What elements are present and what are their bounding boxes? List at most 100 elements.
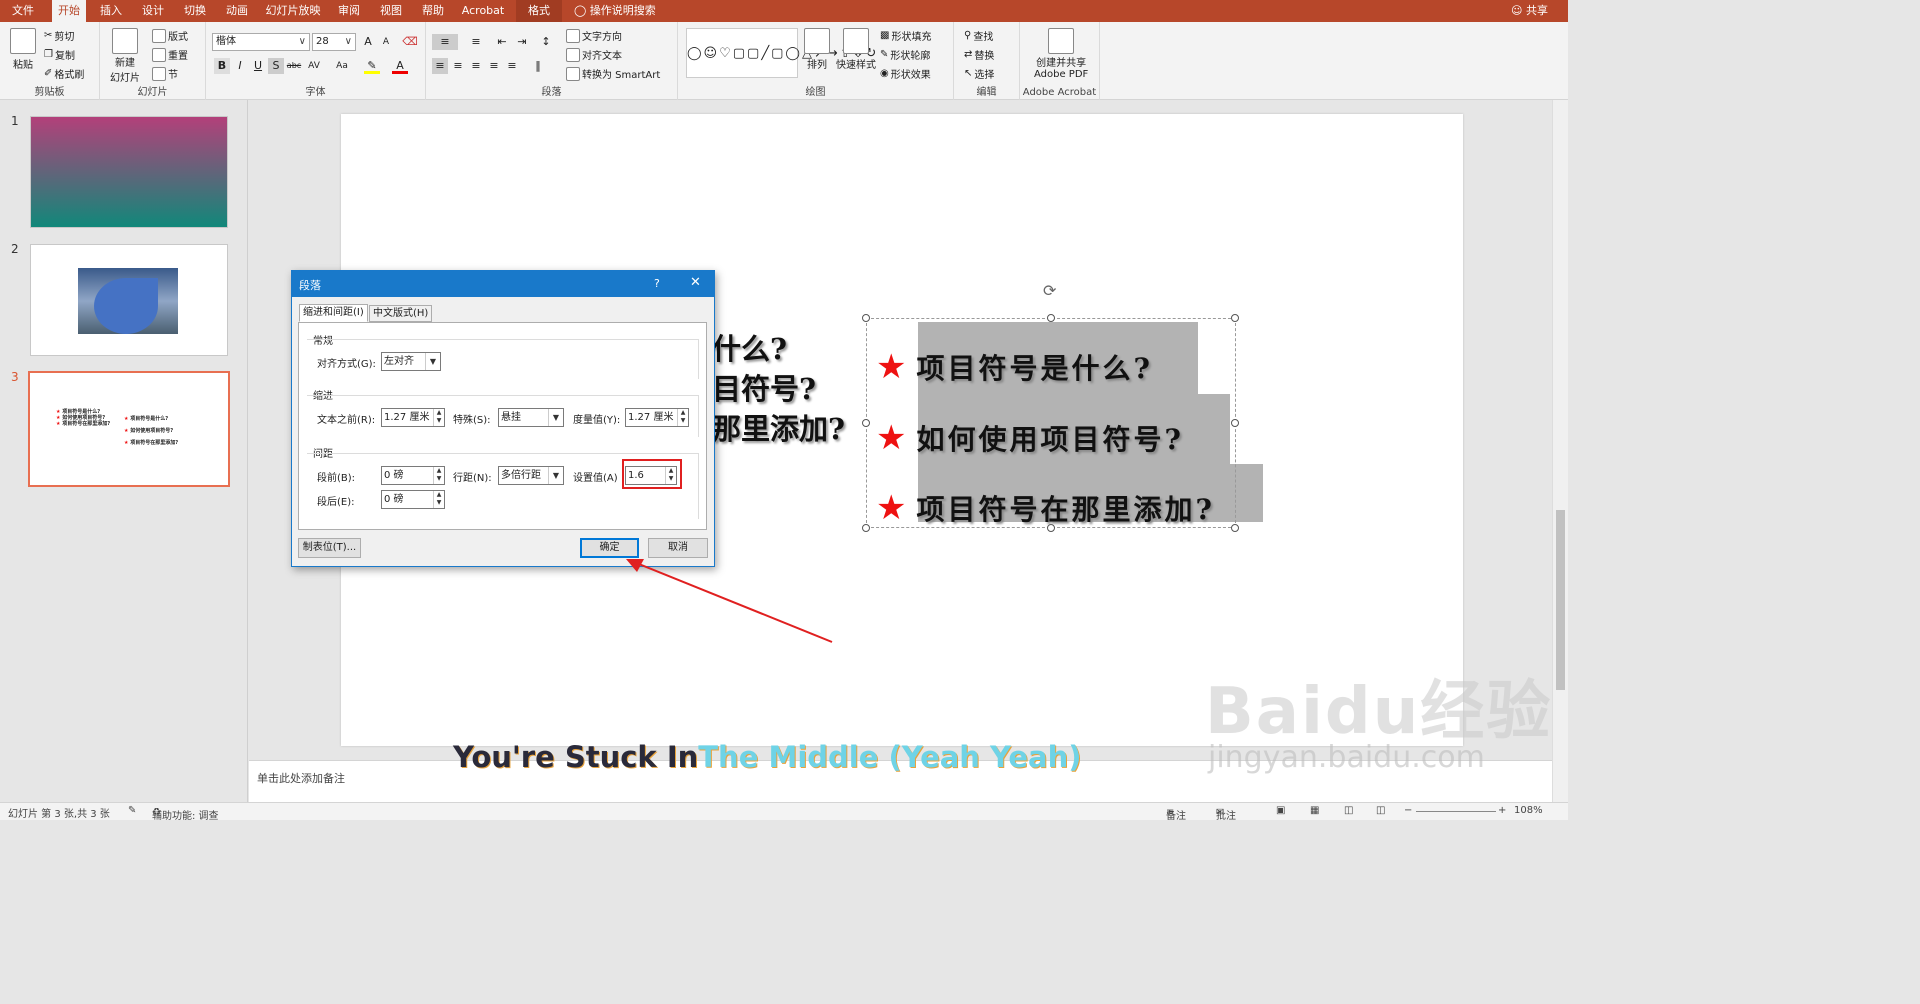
reset-button[interactable]: 重置	[152, 47, 188, 62]
slide-text-line-1[interactable]: 什么?	[712, 326, 787, 368]
zoom-in-icon[interactable]: +	[1498, 805, 1506, 816]
slide-thumbnail-2[interactable]	[30, 244, 228, 356]
share-button[interactable]: ☺ 共享	[1511, 0, 1548, 22]
bullets-icon[interactable]: ≡	[432, 34, 458, 50]
resize-handle[interactable]	[862, 314, 870, 322]
resize-handle[interactable]	[1231, 314, 1239, 322]
spacing-after-input[interactable]: 0 磅 ▲ ▼	[381, 490, 445, 509]
underline-button[interactable]: U	[250, 58, 266, 74]
resize-handle[interactable]	[1231, 419, 1239, 427]
close-icon[interactable]: ✕	[690, 275, 701, 290]
justify-icon[interactable]: ≡	[486, 58, 502, 74]
tab-review[interactable]: 审阅	[332, 0, 366, 22]
special-select[interactable]: 悬挂 ▼	[498, 408, 564, 427]
quick-styles-button[interactable]: 快速样式	[836, 28, 876, 71]
sorter-view-icon[interactable]: ▦	[1310, 805, 1319, 816]
font-size-combo[interactable]: 28	[312, 33, 356, 51]
by-input[interactable]: 1.27 厘米 ▲ ▼	[625, 408, 689, 427]
tab-indents-spacing[interactable]: 缩进和间距(I)	[299, 304, 368, 322]
cut-button[interactable]: ✂ 剪切	[44, 28, 74, 43]
spinner-icon[interactable]: ▲ ▼	[433, 491, 444, 508]
zoom-level[interactable]: 108%	[1514, 805, 1543, 816]
select-button[interactable]: ↖ 选择	[964, 66, 994, 81]
resize-handle[interactable]	[862, 419, 870, 427]
tab-insert[interactable]: 插入	[94, 0, 128, 22]
spinner-icon[interactable]: ▲ ▼	[433, 467, 444, 484]
vertical-scrollbar[interactable]	[1552, 100, 1568, 802]
tab-design[interactable]: 设计	[136, 0, 170, 22]
before-text-input[interactable]: 1.27 厘米 ▲ ▼	[381, 408, 445, 427]
tab-view[interactable]: 视图	[374, 0, 408, 22]
align-text-button[interactable]: 对齐文本	[566, 47, 622, 62]
bullet-item[interactable]: ★ 项目符号是什么?	[876, 347, 1153, 387]
replace-button[interactable]: ⇄ 替换	[964, 47, 994, 62]
line-spacing-icon[interactable]: ↕	[538, 34, 554, 50]
tab-home[interactable]: 开始	[52, 0, 86, 22]
slide-text-line-3[interactable]: 那里添加?	[712, 406, 845, 448]
spinner-icon[interactable]: ▲ ▼	[677, 409, 688, 426]
resize-handle[interactable]	[1231, 524, 1239, 532]
slide-thumbnail-3[interactable]: ★ 项目符号是什么? ★ 如何使用项目符号? ★ 项目符号在那里添加? ★ 项目…	[28, 371, 230, 487]
layout-button[interactable]: 版式	[152, 28, 188, 43]
font-color-icon[interactable]: A	[392, 58, 408, 74]
tab-slideshow[interactable]: 幻灯片放映	[262, 0, 324, 22]
format-painter-button[interactable]: ✐ 格式刷	[44, 66, 84, 81]
align-right-icon[interactable]: ≡	[468, 58, 484, 74]
zoom-out-icon[interactable]: −	[1404, 805, 1412, 816]
bold-button[interactable]: B	[214, 58, 230, 74]
tell-me-search[interactable]: ◯ 操作说明搜索	[574, 0, 664, 22]
spinner-icon[interactable]: ▲ ▼	[433, 409, 444, 426]
scroll-thumb[interactable]	[1556, 510, 1565, 690]
help-icon[interactable]: ?	[654, 277, 660, 290]
shape-effects-button[interactable]: ◉ 形状效果	[880, 66, 931, 81]
clear-format-icon[interactable]: ⌫	[402, 34, 418, 50]
tab-help[interactable]: 帮助	[416, 0, 450, 22]
spacing-before-input[interactable]: 0 磅 ▲ ▼	[381, 466, 445, 485]
resize-handle[interactable]	[862, 524, 870, 532]
tab-format[interactable]: 格式	[516, 0, 562, 22]
convert-smartart-button[interactable]: 转换为 SmartArt	[566, 66, 660, 81]
shape-fill-button[interactable]: ▩ 形状填充	[880, 28, 931, 43]
italic-button[interactable]: I	[232, 58, 248, 74]
find-button[interactable]: ⚲ 查找	[964, 28, 993, 43]
copy-button[interactable]: ❐ 复制	[44, 47, 75, 62]
change-case-button[interactable]: Aa	[332, 58, 352, 74]
decrease-indent-icon[interactable]: ⇤	[494, 34, 510, 50]
paste-button[interactable]: 粘贴	[10, 28, 36, 71]
alignment-select[interactable]: 左对齐 ▼	[381, 352, 441, 371]
zoom-slider[interactable]	[1416, 811, 1496, 812]
shapes-gallery[interactable]: ◯☺♡▢▢╱▢◯△↗→⇧⇩↻	[686, 28, 876, 78]
numbering-icon[interactable]: ≡	[464, 34, 488, 50]
section-button[interactable]: 节	[152, 66, 178, 81]
tab-file[interactable]: 文件	[0, 0, 46, 22]
rotate-handle-icon[interactable]: ⟳	[1043, 281, 1056, 300]
line-spacing-select[interactable]: 多倍行距 ▼	[498, 466, 564, 485]
bullet-item[interactable]: ★ 如何使用项目符号?	[876, 418, 1184, 458]
char-spacing-button[interactable]: AV	[304, 58, 324, 74]
strikethrough-button[interactable]: abc	[286, 58, 302, 74]
columns-icon[interactable]: ‖	[530, 58, 546, 74]
create-pdf-button[interactable]: 创建并共享 Adobe PDF	[1034, 28, 1088, 80]
tab-transitions[interactable]: 切换	[178, 0, 212, 22]
font-name-combo[interactable]: 楷体	[212, 33, 310, 51]
resize-handle[interactable]	[1047, 314, 1055, 322]
tab-animations[interactable]: 动画	[220, 0, 254, 22]
tabs-button[interactable]: 制表位(T)...	[298, 538, 361, 558]
spell-check-icon[interactable]: ✎	[128, 805, 136, 816]
tab-asian-typography[interactable]: 中文版式(H)	[369, 305, 433, 322]
grow-font-button[interactable]: A	[360, 34, 376, 50]
shape-outline-button[interactable]: ✎ 形状轮廓	[880, 47, 930, 62]
normal-view-icon[interactable]: ▣	[1276, 805, 1285, 816]
shrink-font-button[interactable]: A	[378, 34, 394, 50]
bullet-item[interactable]: ★ 项目符号在那里添加?	[876, 488, 1215, 528]
shadow-button[interactable]: S	[268, 58, 284, 74]
align-left-icon[interactable]: ≡	[432, 58, 448, 74]
align-center-icon[interactable]: ≡	[450, 58, 466, 74]
increase-indent-icon[interactable]: ⇥	[514, 34, 530, 50]
slide-thumbnail-1[interactable]	[30, 116, 228, 228]
slide-text-line-2[interactable]: 目符号?	[712, 366, 816, 408]
slideshow-view-icon[interactable]: ◫	[1376, 805, 1385, 816]
new-slide-button[interactable]: 新建 幻灯片	[110, 28, 140, 84]
text-direction-button[interactable]: 文字方向	[566, 28, 622, 43]
tab-acrobat[interactable]: Acrobat	[458, 0, 508, 22]
